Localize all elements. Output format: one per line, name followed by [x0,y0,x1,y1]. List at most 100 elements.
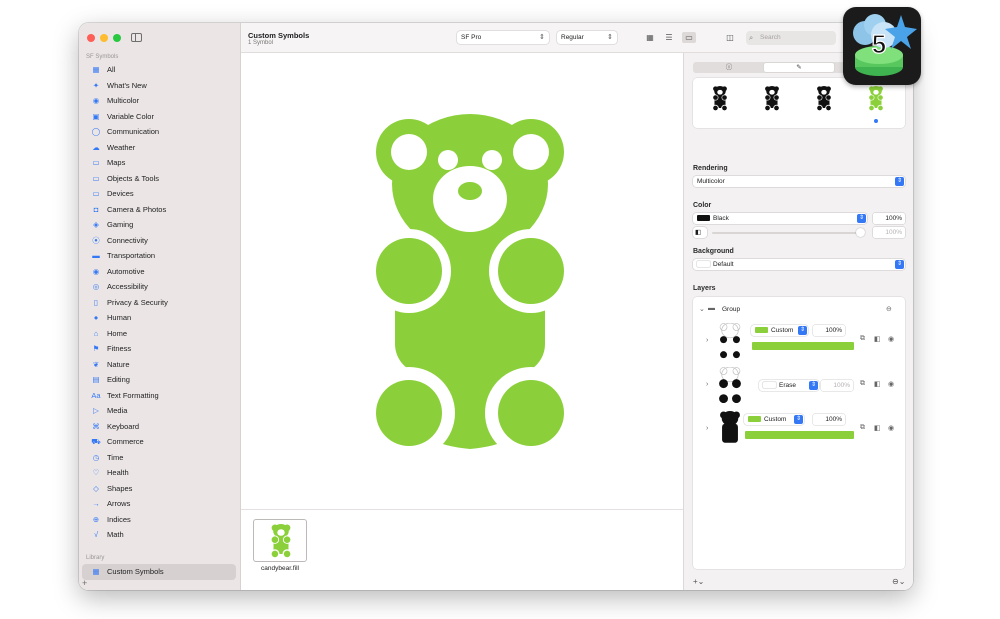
sidebar-item-nature[interactable]: ❦ Nature [82,357,236,373]
add-layer-icon[interactable]: +⌄ [693,577,704,586]
gamecontroller-icon: ◈ [93,220,99,230]
sidebar-item-indices[interactable]: ⊕ Indices [82,512,236,528]
background-label: Background [693,248,734,255]
color-picker-icon[interactable]: ◧ [693,227,707,238]
layer-2-mode-popup[interactable]: Erase ⇕ [759,380,819,391]
layer-2-opacity[interactable]: 100% [821,380,853,391]
sidebar-item-shapes[interactable]: ◇ Shapes [82,481,236,497]
sidebar-item-label: Custom Symbols [107,567,164,577]
font-popup[interactable]: SF Pro ⇕ [457,31,549,44]
zoom-button[interactable] [113,34,121,42]
visibility-icon[interactable]: ◉ [888,380,894,388]
sidebar-item-accessibility[interactable]: ◎ Accessibility [82,279,236,295]
layer-3-color-bar[interactable] [745,431,854,439]
sidebar-item-label: Connectivity [107,235,148,245]
layer-3-mode-popup[interactable]: Custom ⇕ [744,414,804,425]
sidebar-item-label: Math [107,530,124,540]
minimize-button[interactable] [100,34,108,42]
secondary-opacity-field[interactable]: 100% [873,227,905,238]
sidebar-item-devices[interactable]: ▭ Devices [82,186,236,202]
sidebar-item-editing[interactable]: ▤ Editing [82,372,236,388]
color-opacity-field[interactable]: 100% [873,213,905,224]
sidebar-item-media[interactable]: ▷ Media [82,403,236,419]
sidebar-item-what-s-new[interactable]: ✦ What's New [82,78,236,94]
opacity-slider[interactable] [712,232,862,234]
sidebar-item-variable-color[interactable]: ▣ Variable Color [82,109,236,125]
weight-popup[interactable]: Regular ⇕ [557,31,617,44]
sidebar-item-multicolor[interactable]: ◉ Multicolor [82,93,236,109]
symbol-thumbnail[interactable] [253,519,307,562]
sidebar-item-arrows[interactable]: → Arrows [82,496,236,512]
color-well-icon[interactable]: ◧ [874,380,881,388]
sidebar-item-automotive[interactable]: ◉ Automotive [82,264,236,280]
color-label: Color [693,202,712,209]
more-options-icon[interactable]: ⊖⌄ [892,577,905,586]
sidebar-item-text-formatting[interactable]: Aa Text Formatting [82,388,236,404]
inspector-toggle-icon[interactable]: ◫ [723,32,737,43]
chevron-right-icon[interactable]: › [706,337,708,344]
chevron-down-icon[interactable]: ⌄ [699,305,705,313]
sidebar-item-math[interactable]: √ Math [82,527,236,543]
chevron-right-icon[interactable]: › [706,381,708,388]
bear-hierarchical-preview-icon[interactable] [765,86,779,111]
background-popup[interactable]: Default ⇕ [693,259,905,270]
layer-1-opacity[interactable]: 100% [813,325,845,336]
color-well-icon[interactable]: ◧ [874,335,881,343]
sidebar-item-all[interactable]: ▦ All [82,62,236,78]
duplicate-icon[interactable]: ⧉ [860,380,865,388]
layer-3-opacity[interactable]: 100% [813,414,845,425]
map-icon: ▭ [92,158,100,168]
visibility-icon[interactable]: ◉ [888,335,894,343]
sidebar-item-label: Human [107,313,132,323]
layer-2-mode: Erase [779,382,796,389]
bear-monochrome-preview-icon[interactable] [713,86,727,111]
color-popup[interactable]: Black ⇕ [693,213,867,224]
sidebar-item-maps[interactable]: ▭ Maps [82,155,236,171]
sidebar-item-time[interactable]: ◷ Time [82,450,236,466]
sidebar-item-connectivity[interactable]: ⦿ Connectivity [82,233,236,249]
sidebar-item-health[interactable]: ♡ Health [82,465,236,481]
gallery-view-icon[interactable]: ▭ [682,32,696,43]
rendering-preview [693,78,905,128]
layer-1-color-bar[interactable] [752,342,854,350]
sidebar-item-label: Commerce [107,437,144,447]
more-circle-icon[interactable]: ⊖ [886,305,892,313]
duplicate-icon[interactable]: ⧉ [860,335,865,343]
sidebar-item-communication[interactable]: ◯ Communication [82,124,236,140]
rendering-popup[interactable]: Multicolor ⇕ [693,176,905,187]
visibility-icon[interactable]: ◉ [888,424,894,432]
sidebar-item-camera-photos[interactable]: ◘ Camera & Photos [82,202,236,218]
sidebar-item-fitness[interactable]: ⚑ Fitness [82,341,236,357]
antenna-icon: ⦿ [92,235,100,245]
sidebar-item-commerce[interactable]: ⛟ Commerce [82,434,236,450]
grid-view-icon[interactable]: ▦ [643,32,657,43]
bear-palette-preview-icon[interactable] [817,86,831,111]
textformat-icon: Aa [91,390,101,400]
paintbrush-tab-icon[interactable]: ✎ [764,63,834,72]
bear-multicolor-preview-icon[interactable] [869,86,883,111]
sidebar-item-label: Objects & Tools [107,173,159,183]
sidebar-item-custom-symbols[interactable]: ▦ Custom Symbols [82,564,236,580]
list-view-icon[interactable]: ☰ [662,32,676,43]
color-well-icon[interactable]: ◧ [874,424,881,432]
sidebar-item-human[interactable]: ● Human [82,310,236,326]
sidebar-item-home[interactable]: ⌂ Home [82,326,236,342]
search-input[interactable]: ⌕ Search [746,31,836,45]
layer-1-mode-popup[interactable]: Custom ⇕ [751,325,808,336]
sidebar-item-gaming[interactable]: ◈ Gaming [82,217,236,233]
duplicate-icon[interactable]: ⧉ [860,424,865,432]
chevron-right-icon[interactable]: › [706,425,708,432]
opacity-slider-knob[interactable] [856,228,865,237]
close-button[interactable] [87,34,95,42]
sidebar-item-privacy-security[interactable]: ▯ Privacy & Security [82,295,236,311]
sidebar-item-keyboard[interactable]: ⌘ Keyboard [82,419,236,435]
sidebar-item-weather[interactable]: ☁ Weather [82,140,236,156]
sidebar-item-transportation[interactable]: ▬ Transportation [82,248,236,264]
rendering-label: Rendering [693,165,728,172]
sidebar-toggle-icon[interactable] [131,33,142,42]
cloud-icon: ☁ [92,142,100,152]
info-tab-icon[interactable]: ⓘ [694,63,764,72]
layer-2-swatch [763,382,776,389]
add-icon[interactable]: + [82,578,87,588]
sidebar-item-objects-tools[interactable]: ▭ Objects & Tools [82,171,236,187]
